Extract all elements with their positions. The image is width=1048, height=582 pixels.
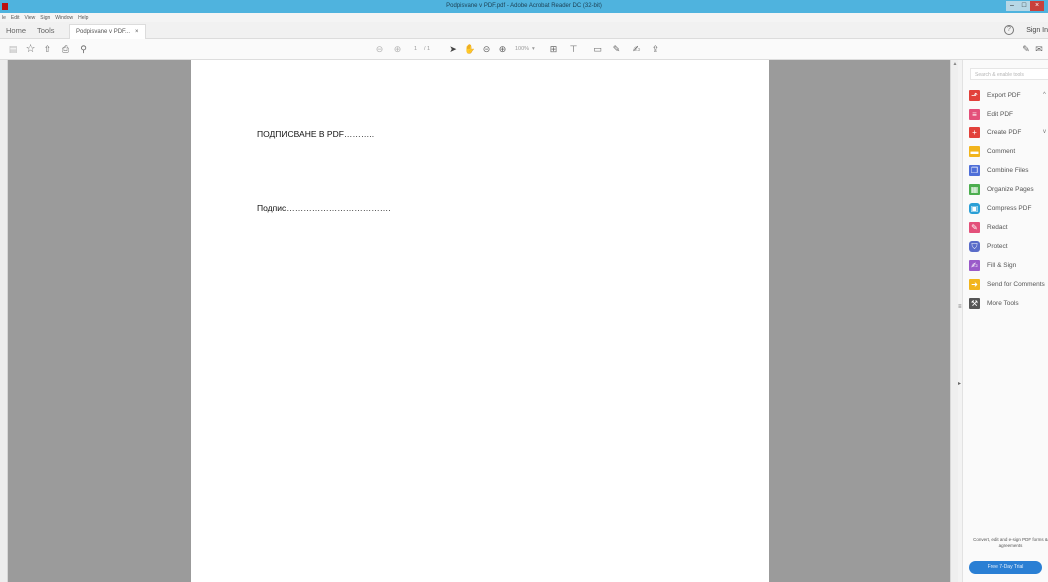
tool-edit-pdf[interactable]: ≡ Edit PDF <box>969 107 1013 121</box>
tool-label: Combine Files <box>987 166 1029 174</box>
pdf-page[interactable]: ПОДПИСВАНЕ В PDF……….. Подпис………………………………… <box>191 60 769 582</box>
zoom-in-icon[interactable]: ⊕ <box>497 42 508 56</box>
email-icon[interactable]: ✉ <box>1034 42 1044 56</box>
sign-in-link[interactable]: Sign In <box>1026 22 1048 39</box>
tab-tools[interactable]: Tools <box>37 22 55 39</box>
page-number[interactable]: 1 <box>414 42 417 56</box>
save-icon[interactable]: ▤ <box>8 42 18 56</box>
tool-label: Comment <box>987 147 1016 155</box>
tool-protect[interactable]: ⛉ Protect <box>969 239 1008 253</box>
tab-document[interactable]: Podpisvane v PDF... × <box>69 24 146 39</box>
tab-close-icon[interactable]: × <box>135 25 139 39</box>
menu-view[interactable]: View <box>25 15 36 21</box>
tool-label: Export PDF <box>987 91 1021 99</box>
tool-organize-pages[interactable]: ▦ Organize Pages <box>969 182 1034 196</box>
zoom-search-icon[interactable]: ⚲ <box>78 42 89 56</box>
promo-text: Convert, edit and e-sign PDF forms & agr… <box>973 537 1048 548</box>
more-tools-icon: ⚒ <box>969 297 980 309</box>
tool-label: Protect <box>987 242 1008 250</box>
document-signature-line: Подпис………………………………. <box>257 203 391 213</box>
tool-comment[interactable]: ▬ Comment <box>969 144 1015 158</box>
title-bar: Podpisvane v PDF.pdf - Adobe Acrobat Rea… <box>0 0 1048 13</box>
zoom-level[interactable]: 100% <box>515 42 529 56</box>
highlight-pen-icon[interactable]: ✎ <box>611 42 622 56</box>
create-pdf-icon: + <box>969 126 980 138</box>
comment-icon[interactable]: ▭ <box>592 42 603 56</box>
tab-document-label: Podpisvane v PDF... <box>76 29 131 35</box>
window-title: Podpisvane v PDF.pdf - Adobe Acrobat Rea… <box>446 3 602 9</box>
tool-redact[interactable]: ✎ Redact <box>969 220 1008 234</box>
tool-label: Create PDF <box>987 128 1022 136</box>
tools-search-input[interactable]: Search & enable tools <box>970 68 1048 80</box>
tool-create-pdf[interactable]: + Create PDF v <box>969 125 1046 139</box>
prev-page-icon[interactable]: ⊖ <box>374 42 385 56</box>
tool-label: Compress PDF <box>987 204 1032 212</box>
compress-pdf-icon: ▣ <box>969 202 980 214</box>
combine-files-icon: ❐ <box>969 164 980 176</box>
tools-pane: Search & enable tools ⬏ Export PDF ^ ≡ E… <box>963 60 1048 582</box>
select-arrow-icon[interactable]: ➤ <box>448 42 458 56</box>
menu-bar: le Edit View Sign Window Help <box>0 13 1048 22</box>
tool-label: Fill & Sign <box>987 261 1017 269</box>
zoom-dropdown-icon[interactable]: ▾ <box>532 42 535 56</box>
menu-file[interactable]: le <box>2 15 6 21</box>
page-total: / 1 <box>424 46 431 52</box>
menu-edit[interactable]: Edit <box>11 15 20 21</box>
scroll-mode-icon[interactable]: ⊤ <box>568 42 579 56</box>
tool-export-pdf[interactable]: ⬏ Export PDF ^ <box>969 88 1046 102</box>
tool-compress-pdf[interactable]: ▣ Compress PDF <box>969 201 1031 215</box>
collapse-pane-icon[interactable]: ▸ <box>958 380 961 387</box>
edit-pdf-icon: ≡ <box>969 108 980 120</box>
menu-sign[interactable]: Sign <box>40 15 50 21</box>
fill-sign-icon: ✍ <box>969 259 980 271</box>
tool-label: Send for Comments <box>987 280 1045 288</box>
tab-bar: Home Tools Podpisvane v PDF... × ? Sign … <box>0 22 1048 39</box>
tool-fill-sign[interactable]: ✍ Fill & Sign <box>969 258 1016 272</box>
help-icon[interactable]: ? <box>1004 25 1014 35</box>
redact-icon: ✎ <box>969 221 980 233</box>
export-pdf-icon: ⬏ <box>969 89 980 101</box>
tool-more-tools[interactable]: ⚒ More Tools <box>969 296 1019 310</box>
minimize-button[interactable]: – <box>1006 1 1018 11</box>
tab-home[interactable]: Home <box>6 22 26 39</box>
bookmark-star-icon[interactable]: ☆ <box>25 42 36 56</box>
share-icon[interactable]: ⇪ <box>650 42 661 56</box>
fit-page-icon[interactable]: ⊞ <box>548 42 559 56</box>
tool-label: Organize Pages <box>987 185 1034 193</box>
chevron-up-icon[interactable]: ^ <box>1043 92 1046 98</box>
close-button[interactable]: × <box>1030 1 1044 11</box>
vertical-scrollbar[interactable]: ▲ <box>950 60 958 582</box>
zoom-out-icon[interactable]: ⊝ <box>481 42 492 56</box>
next-page-icon[interactable]: ⊕ <box>392 42 403 56</box>
tool-label: More Tools <box>987 299 1019 307</box>
menu-window[interactable]: Window <box>55 15 73 21</box>
comment-icon: ▬ <box>969 145 980 157</box>
menu-help[interactable]: Help <box>78 15 88 21</box>
chevron-down-icon[interactable]: v <box>1043 129 1046 135</box>
hand-icon[interactable]: ✋ <box>464 42 475 56</box>
toolbar: ▤ ☆ ⇧ ⎙ ⚲ ⊖ ⊕ 1 / 1 ➤ ✋ ⊝ ⊕ 100% ▾ ⊞ ⊤ ▭… <box>0 39 1048 60</box>
tool-label: Edit PDF <box>987 110 1014 118</box>
tool-combine-files[interactable]: ❐ Combine Files <box>969 163 1029 177</box>
organize-pages-icon: ▦ <box>969 183 980 195</box>
maximize-button[interactable]: □ <box>1018 1 1030 11</box>
left-nav-strip <box>0 60 8 582</box>
send-comments-icon: ➜ <box>969 278 980 290</box>
free-trial-button[interactable]: Free 7-Day Trial <box>969 561 1042 574</box>
print-icon[interactable]: ⎙ <box>60 42 71 56</box>
window-controls: – □ × <box>1006 1 1044 12</box>
tool-label: Redact <box>987 223 1008 231</box>
upload-cloud-icon[interactable]: ⇧ <box>42 42 53 56</box>
attach-icon[interactable]: ✎ <box>1021 42 1031 56</box>
tool-send-for-comments[interactable]: ➜ Send for Comments <box>969 277 1045 291</box>
splitter-grip-icon[interactable]: ≡ <box>958 304 962 310</box>
sign-icon[interactable]: ✍ <box>631 42 642 56</box>
document-heading: ПОДПИСВАНЕ В PDF……….. <box>257 129 375 139</box>
protect-icon: ⛉ <box>969 240 980 252</box>
